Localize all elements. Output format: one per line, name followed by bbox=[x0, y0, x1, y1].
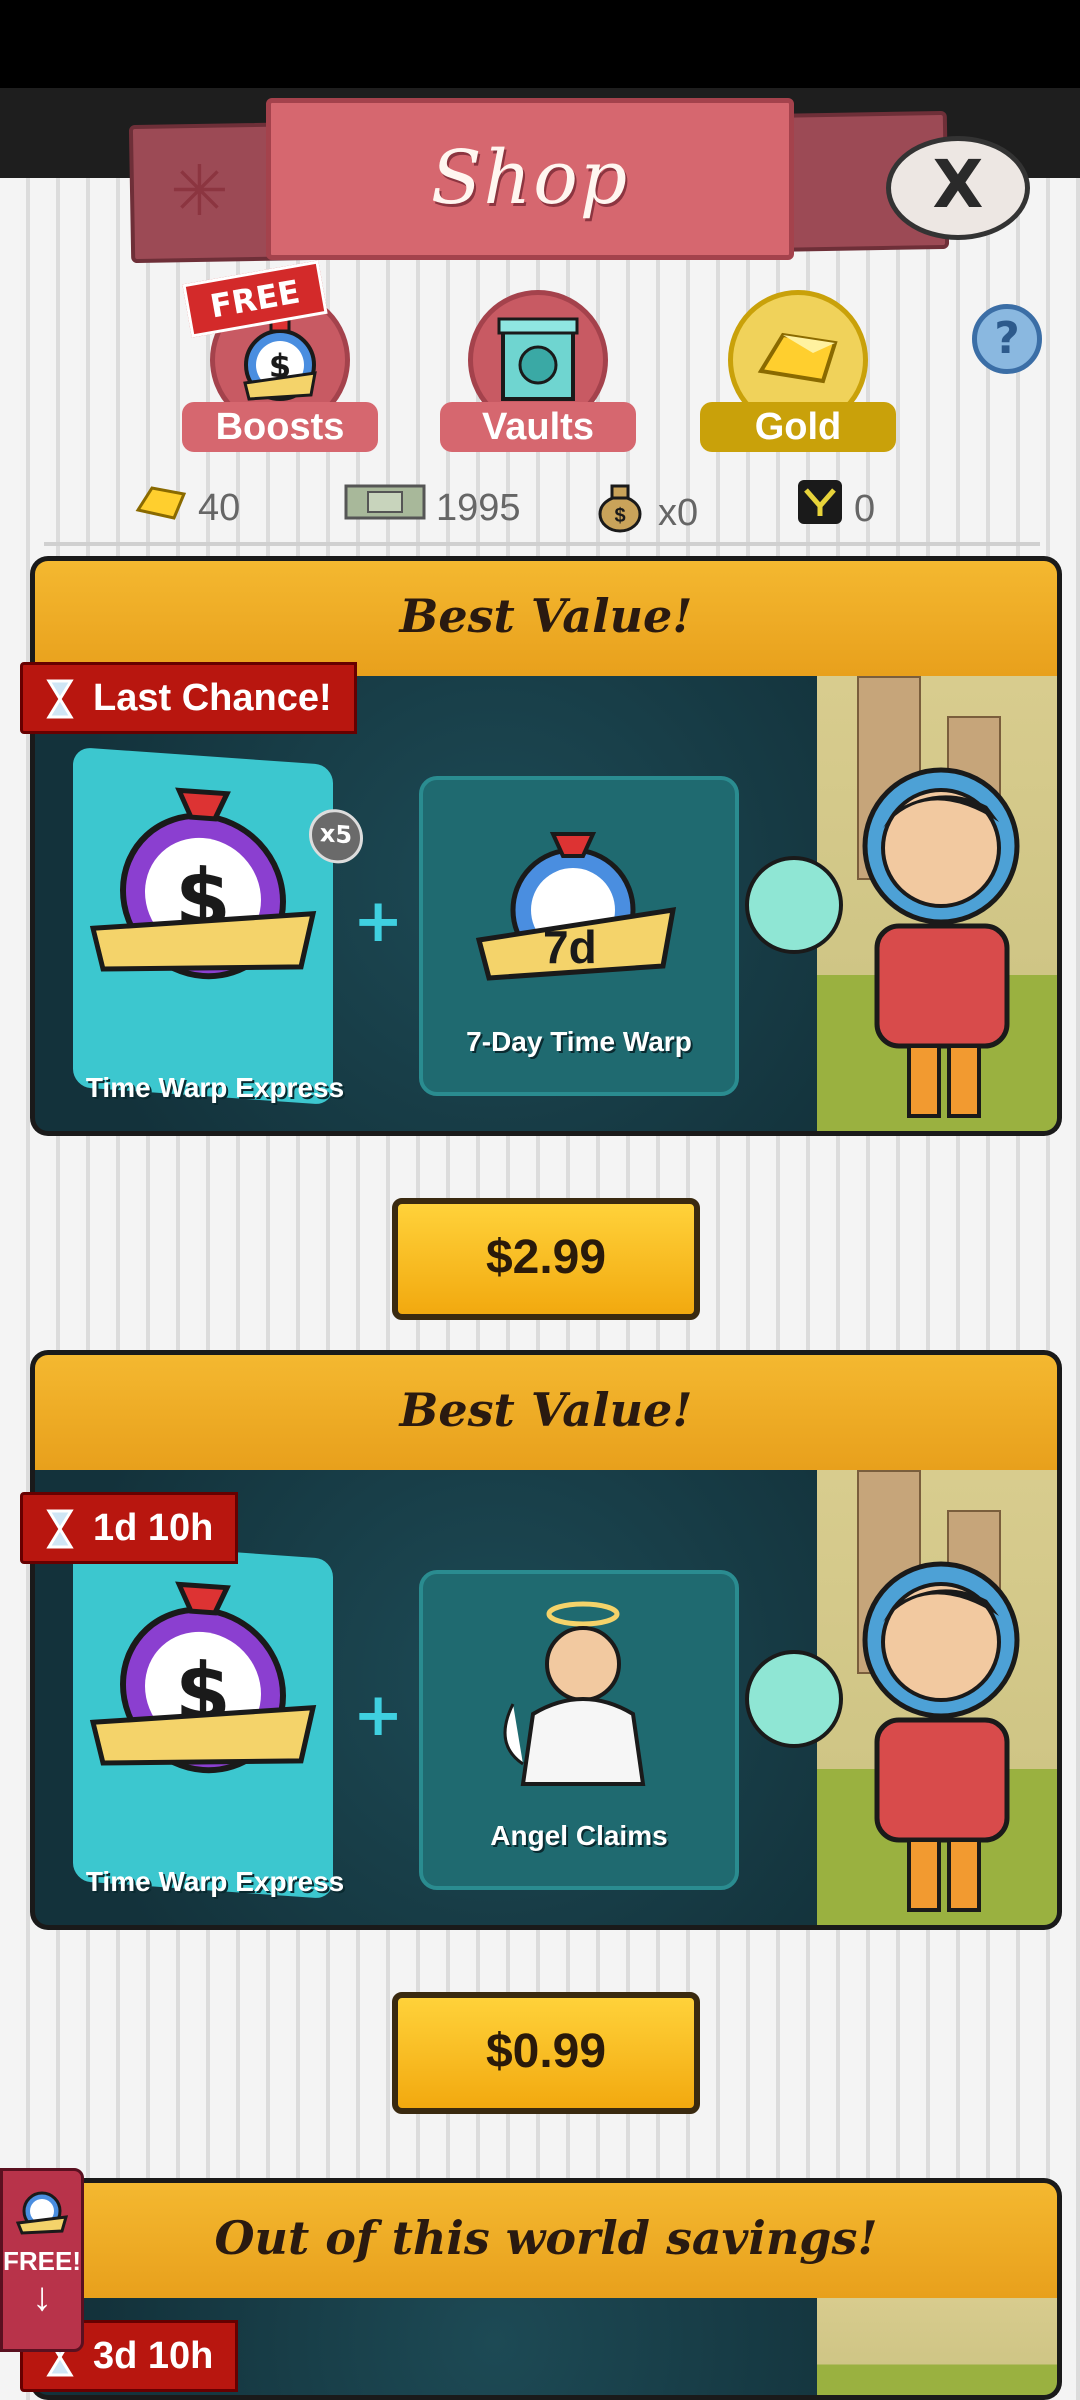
timer-label: 1d 10h bbox=[93, 1507, 214, 1549]
megabucks-count: 1995 bbox=[436, 487, 521, 529]
shop-header-banner: Shop bbox=[266, 98, 794, 260]
divider bbox=[44, 542, 1040, 546]
plus-icon: + bbox=[353, 886, 404, 956]
tab-label: Boosts bbox=[182, 402, 378, 452]
page-title: Shop bbox=[430, 135, 630, 221]
time-warp-stopwatch-icon: $ bbox=[89, 1581, 317, 1774]
close-icon: X bbox=[932, 146, 984, 223]
item-label: 7-Day Time Warp bbox=[466, 1026, 692, 1057]
hourglass-icon bbox=[46, 1509, 74, 1549]
time-warp-express-tile: $ bbox=[73, 1540, 333, 1900]
buy-button[interactable]: $0.99 bbox=[392, 1992, 700, 2114]
offer-heading: Out of this world savings! bbox=[214, 2211, 878, 2265]
gold-icon bbox=[134, 480, 188, 540]
timer-label: Last Chance! bbox=[93, 677, 332, 719]
free-label: FREE! bbox=[3, 2246, 81, 2276]
currency-megabucks: 1995 bbox=[344, 478, 521, 538]
item-label: Time Warp Express bbox=[85, 1072, 345, 1103]
item-label: Time Warp Express bbox=[85, 1866, 345, 1897]
gold-count: 40 bbox=[198, 487, 241, 529]
timer-label: 3d 10h bbox=[93, 2335, 214, 2377]
free-boost-side-button[interactable]: FREE! ↓ bbox=[0, 2168, 84, 2352]
time-warp-stopwatch-icon: $ bbox=[89, 787, 317, 980]
timer-badge: Last Chance! bbox=[20, 662, 357, 734]
timer-badge: 1d 10h bbox=[20, 1492, 239, 1564]
offer-heading: Best Value! bbox=[399, 589, 693, 643]
duration-badge: 7d bbox=[543, 921, 597, 973]
offer-card: Best Value! $ Time Warp Express + Angel … bbox=[30, 1350, 1062, 2114]
item-label: Angel Claims bbox=[490, 1820, 668, 1851]
money-bag-icon: $ bbox=[592, 478, 648, 552]
city-background bbox=[817, 2298, 1057, 2395]
cash-bubble-icon bbox=[745, 856, 843, 954]
moneybag-count: x0 bbox=[658, 492, 699, 535]
buy-button[interactable]: $2.99 bbox=[392, 1198, 700, 1320]
tab-label: Vaults bbox=[440, 402, 636, 452]
tab-gold[interactable]: Gold bbox=[700, 290, 896, 460]
tab-label: Gold bbox=[700, 402, 896, 452]
offer-heading: Best Value! bbox=[399, 1383, 693, 1437]
currency-token: 0 bbox=[796, 478, 875, 538]
help-icon: ? bbox=[994, 313, 1020, 364]
tab-vaults[interactable]: Vaults bbox=[440, 290, 636, 460]
currency-moneybag: $ x0 bbox=[592, 478, 698, 538]
city-background bbox=[817, 1470, 1057, 1925]
help-button[interactable]: ? bbox=[972, 304, 1042, 374]
plus-icon: + bbox=[353, 1680, 404, 1750]
offer-header: Out of this world savings! bbox=[30, 2178, 1062, 2298]
astronaut-capitalist-icon bbox=[862, 1561, 1020, 1912]
angel-icon bbox=[503, 1601, 646, 1786]
status-bar bbox=[0, 0, 1080, 88]
offer-card: Best Value! $ x5 Time Warp Express + 7d … bbox=[30, 556, 1062, 1320]
arrow-down-icon: ↓ bbox=[32, 2275, 52, 2319]
stopwatch-icon bbox=[15, 2191, 69, 2235]
svg-text:$: $ bbox=[614, 505, 625, 527]
token-count: 0 bbox=[854, 488, 876, 531]
token-icon bbox=[796, 478, 844, 544]
astronaut-capitalist-icon bbox=[862, 767, 1020, 1118]
close-button[interactable]: X bbox=[886, 136, 1030, 240]
offer-header: Best Value! bbox=[30, 1350, 1062, 1470]
city-background bbox=[817, 676, 1057, 1131]
currency-gold: 40 bbox=[134, 478, 240, 538]
hourglass-icon bbox=[46, 679, 74, 719]
time-warp-express-tile: $ x5 bbox=[73, 746, 363, 1106]
offer-header: Best Value! bbox=[30, 556, 1062, 676]
offer-body: $ x5 Time Warp Express + 7d 7-Day Time W… bbox=[30, 676, 1062, 1136]
megabucks-icon bbox=[344, 480, 426, 540]
cash-bubble-icon bbox=[745, 1650, 843, 1748]
decor-star-icon: ✳ bbox=[170, 150, 229, 232]
